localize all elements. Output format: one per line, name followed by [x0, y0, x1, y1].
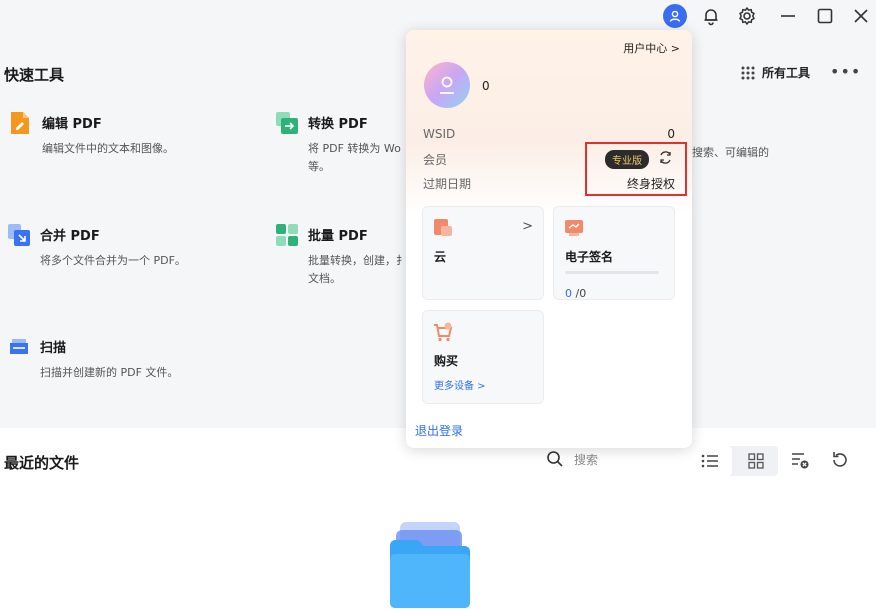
tool-description-line: 等。: [308, 160, 330, 173]
grid-view-icon: [748, 453, 764, 469]
clear-list-icon: [792, 453, 809, 469]
tool-description-line: 将 PDF 转换为 Wo: [308, 142, 401, 155]
maximize-icon: [817, 8, 833, 24]
partial-tool-description: 搜索、可编辑的: [692, 146, 769, 159]
edit-pdf-icon: [11, 112, 29, 134]
tool-name: 转换 PDF: [308, 117, 368, 132]
avatar: [424, 62, 470, 108]
tool-name: 编辑 PDF: [42, 117, 102, 132]
close-icon: [854, 9, 868, 23]
esign-title: 电子签名: [565, 250, 614, 264]
expire-label: 过期日期: [423, 177, 472, 191]
notification-button[interactable]: [698, 3, 724, 29]
cloud-title: 云: [434, 250, 447, 264]
minimize-icon: [781, 15, 795, 17]
more-devices-link[interactable]: 更多设备 >: [434, 377, 486, 392]
scan-icon: [10, 339, 28, 354]
convert-pdf-icon: [276, 112, 298, 134]
title-bar: [0, 0, 876, 32]
tool-name: 批量 PDF: [308, 229, 368, 244]
esign-count: 0 /0: [565, 287, 586, 300]
esign-card[interactable]: 电子签名 0 /0: [553, 206, 675, 300]
member-label: 会员: [423, 153, 448, 167]
tool-description: 将多个文件合并为一个 PDF。: [40, 254, 186, 267]
cloud-icon: [434, 219, 452, 236]
recent-files-title: 最近的文件: [4, 454, 80, 472]
user-avatar-icon: [663, 4, 687, 28]
user-account-popup: 用户中心 > 0 WSID 0 会员 专业版 过期日期 终身授权 > 云 电子签…: [406, 30, 692, 448]
logout-link[interactable]: 退出登录: [415, 422, 463, 439]
search-input[interactable]: 搜索: [546, 450, 598, 468]
buy-title: 购买: [434, 354, 459, 368]
cart-icon: [434, 322, 453, 342]
highlight-box: [585, 142, 687, 196]
batch-pdf-icon: [276, 224, 298, 246]
tool-name: 扫描: [40, 341, 67, 356]
refresh-icon: [833, 452, 847, 467]
wsid-label: WSID: [423, 127, 456, 141]
user-avatar-button[interactable]: [662, 3, 688, 29]
tool-name: 合并 PDF: [40, 229, 100, 244]
wsid-value: 0: [667, 127, 675, 141]
all-tools-button[interactable]: 所有工具: [740, 64, 810, 81]
settings-button[interactable]: [734, 3, 760, 29]
search-placeholder: 搜索: [574, 452, 599, 467]
cloud-card[interactable]: > 云: [422, 206, 544, 300]
list-view-button[interactable]: [688, 446, 732, 476]
user-icon: [440, 76, 454, 94]
esign-used: 0: [565, 287, 572, 300]
chevron-right-icon: >: [522, 219, 533, 234]
maximize-button[interactable]: [812, 3, 838, 29]
empty-folder-illustration: [388, 516, 472, 610]
esign-usage-bar: [565, 271, 659, 274]
esign-icon: [565, 220, 583, 236]
refresh-button[interactable]: [830, 450, 850, 474]
tool-description-line: 文档。: [308, 272, 341, 285]
gear-icon: [739, 7, 755, 25]
quick-tools-title: 快速工具: [4, 66, 65, 84]
buy-card[interactable]: 购买 更多设备 >: [422, 310, 544, 404]
user-center-link[interactable]: 用户中心 >: [623, 40, 680, 56]
folder-icon: [390, 522, 470, 608]
wsid-row: WSID 0: [423, 127, 675, 141]
clear-list-button[interactable]: [790, 450, 810, 474]
view-toggle: [688, 446, 778, 476]
merge-pdf-icon: [8, 224, 30, 246]
esign-total: /0: [572, 287, 587, 300]
close-button[interactable]: [848, 3, 874, 29]
username: 0: [482, 79, 490, 93]
minimize-button[interactable]: [775, 3, 801, 29]
bell-icon: [704, 9, 718, 26]
recent-files-panel: 最近的文件 搜索: [0, 428, 876, 610]
tool-description-line: 批量转换，创建，扌: [308, 254, 407, 267]
grid-view-button[interactable]: [734, 446, 778, 476]
search-icon: [547, 451, 563, 467]
grid-icon: [741, 66, 755, 79]
tool-description: 编辑文件中的文本和图像。: [42, 142, 174, 155]
tool-description: 扫描并创建新的 PDF 文件。: [40, 366, 179, 379]
list-view-icon: [701, 454, 718, 468]
all-tools-label: 所有工具: [762, 66, 811, 80]
more-options-button[interactable]: •••: [830, 62, 861, 81]
